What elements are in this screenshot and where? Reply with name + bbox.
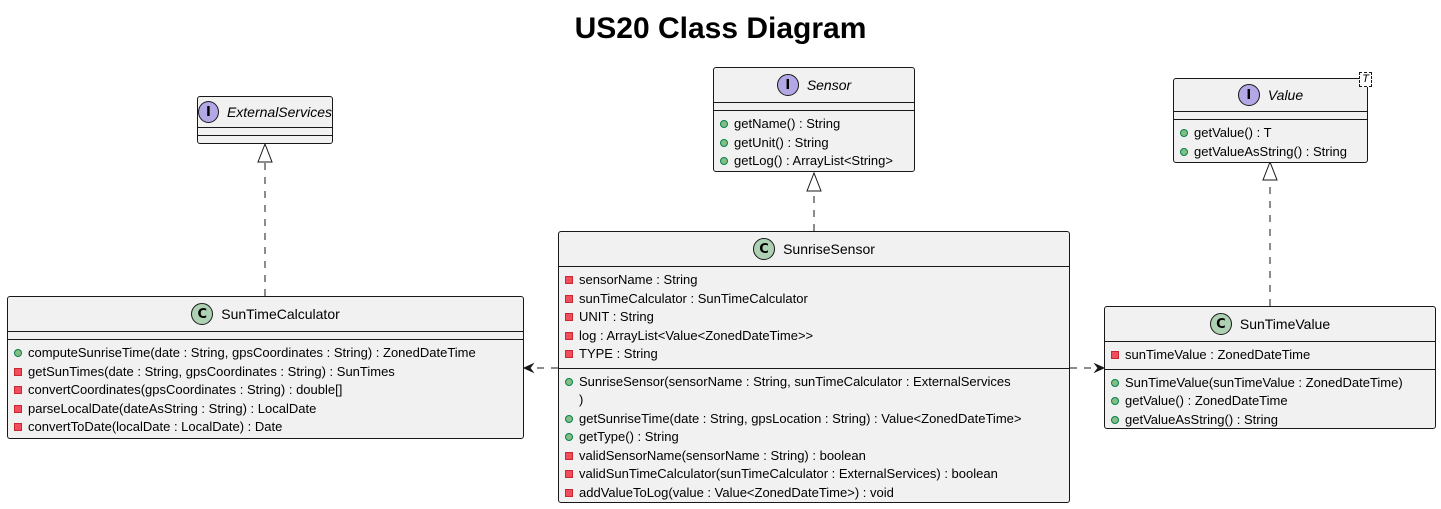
sun-time-value-fields: sunTimeValue : ZonedDateTime — [1105, 341, 1435, 369]
external-services-interface[interactable]: I ExternalServices — [197, 96, 333, 144]
sun-time-calculator-fields — [8, 331, 523, 339]
sunrise-sensor-methods: SunriseSensor(sensorName : String, sunTi… — [559, 367, 1069, 507]
sunrise-sensor-class[interactable]: C SunriseSensor sensorName : String sunT… — [558, 231, 1070, 503]
external-services-methods — [198, 135, 332, 143]
private-visibility-icon — [565, 271, 579, 290]
public-visibility-icon — [720, 152, 734, 171]
private-visibility-icon — [565, 345, 579, 364]
class-icon: C — [753, 238, 776, 260]
private-visibility-icon — [565, 308, 579, 327]
public-visibility-icon — [1111, 392, 1125, 411]
interface-icon: I — [776, 74, 799, 96]
public-visibility-icon — [565, 410, 579, 429]
sun-time-calculator-methods: computeSunriseTime(date : String, gpsCoo… — [8, 339, 523, 441]
sun-time-value-methods: SunTimeValue(sunTimeValue : ZonedDateTim… — [1105, 368, 1435, 434]
method-row: convertCoordinates(gpsCoordinates : Stri… — [14, 381, 517, 400]
private-visibility-icon — [565, 465, 579, 484]
sun-time-calculator-name: SunTimeCalculator — [221, 305, 340, 322]
interface-icon: I — [198, 101, 219, 123]
method-row: getType() : String — [565, 428, 1063, 447]
class-icon: C — [191, 303, 214, 325]
method-row: parseLocalDate(dateAsString : String) : … — [14, 400, 517, 419]
value-fields — [1174, 111, 1367, 119]
sun-time-calculator-class[interactable]: C SunTimeCalculator computeSunriseTime(d… — [7, 296, 524, 439]
dependency-arrowhead-suntimevalue — [1093, 362, 1106, 374]
method-row: getSunriseTime(date : String, gpsLocatio… — [565, 410, 1063, 429]
method-row: getSunTimes(date : String, gpsCoordinate… — [14, 363, 517, 382]
public-visibility-icon — [14, 344, 28, 363]
private-visibility-icon — [565, 447, 579, 466]
public-visibility-icon — [1111, 411, 1125, 430]
field-row: log : ArrayList<Value<ZonedDateTime>> — [565, 327, 1063, 346]
public-visibility-icon — [720, 134, 734, 153]
value-methods: getValue() : T getValueAsString() : Stri… — [1174, 119, 1367, 165]
public-visibility-icon — [565, 428, 579, 447]
sensor-interface[interactable]: I Sensor getName() : String getUnit() : … — [713, 67, 915, 172]
method-row-continuation: ) — [579, 392, 584, 407]
private-visibility-icon — [14, 381, 28, 400]
external-services-fields — [198, 127, 332, 135]
sensor-name: Sensor — [806, 76, 852, 93]
private-visibility-icon — [14, 400, 28, 419]
method-row: getValue() : ZonedDateTime — [1111, 392, 1429, 411]
method-row: computeSunriseTime(date : String, gpsCoo… — [14, 344, 517, 363]
method-row: validSunTimeCalculator(sunTimeCalculator… — [565, 465, 1063, 484]
method-row: getValueAsString() : String — [1180, 143, 1361, 162]
method-row: validSensorName(sensorName : String) : b… — [565, 447, 1063, 466]
public-visibility-icon — [565, 373, 579, 392]
method-row: getUnit() : String — [720, 134, 908, 153]
class-icon: C — [1209, 313, 1232, 335]
method-row: getName() : String — [720, 115, 908, 134]
private-visibility-icon — [565, 327, 579, 346]
value-interface[interactable]: T I Value getValue() : T getValueAsStrin… — [1173, 72, 1372, 165]
method-row: getLog() : ArrayList<String> — [720, 152, 908, 171]
realization-arrowhead-sensor — [806, 171, 822, 192]
public-visibility-icon — [1111, 374, 1125, 393]
method-row: getValue() : T — [1180, 124, 1361, 143]
public-visibility-icon — [1180, 143, 1194, 162]
private-visibility-icon — [565, 484, 579, 503]
sunrise-sensor-name: SunriseSensor — [783, 240, 875, 257]
external-services-name: ExternalServices — [226, 103, 332, 120]
field-row: TYPE : String — [565, 345, 1063, 364]
interface-icon: I — [1237, 84, 1260, 106]
dependency-arrowhead-suntimecalculator — [522, 362, 535, 374]
sun-time-value-class[interactable]: C SunTimeValue sunTimeValue : ZonedDateT… — [1104, 306, 1436, 429]
sensor-methods: getName() : String getUnit() : String ge… — [714, 110, 914, 175]
field-row: UNIT : String — [565, 308, 1063, 327]
realization-arrowhead-externalservices — [257, 142, 273, 163]
method-row: getValueAsString() : String — [1111, 411, 1429, 430]
private-visibility-icon — [14, 363, 28, 382]
public-visibility-icon — [1180, 124, 1194, 143]
field-row: sunTimeValue : ZonedDateTime — [1111, 346, 1429, 365]
private-visibility-icon — [1111, 346, 1125, 365]
method-row: SunriseSensor(sensorName : String, sunTi… — [565, 373, 1063, 392]
method-row: convertToDate(localDate : LocalDate) : D… — [14, 418, 517, 437]
method-row: addValueToLog(value : Value<ZonedDateTim… — [565, 484, 1063, 503]
sunrise-sensor-fields: sensorName : String sunTimeCalculator : … — [559, 266, 1069, 368]
private-visibility-icon — [565, 290, 579, 309]
public-visibility-icon — [720, 115, 734, 134]
sensor-fields — [714, 102, 914, 110]
value-name: Value — [1267, 86, 1304, 103]
field-row: sunTimeCalculator : SunTimeCalculator — [565, 290, 1063, 309]
method-row: SunTimeValue(sunTimeValue : ZonedDateTim… — [1111, 374, 1429, 393]
private-visibility-icon — [14, 418, 28, 437]
sun-time-value-name: SunTimeValue — [1239, 315, 1331, 332]
field-row: sensorName : String — [565, 271, 1063, 290]
